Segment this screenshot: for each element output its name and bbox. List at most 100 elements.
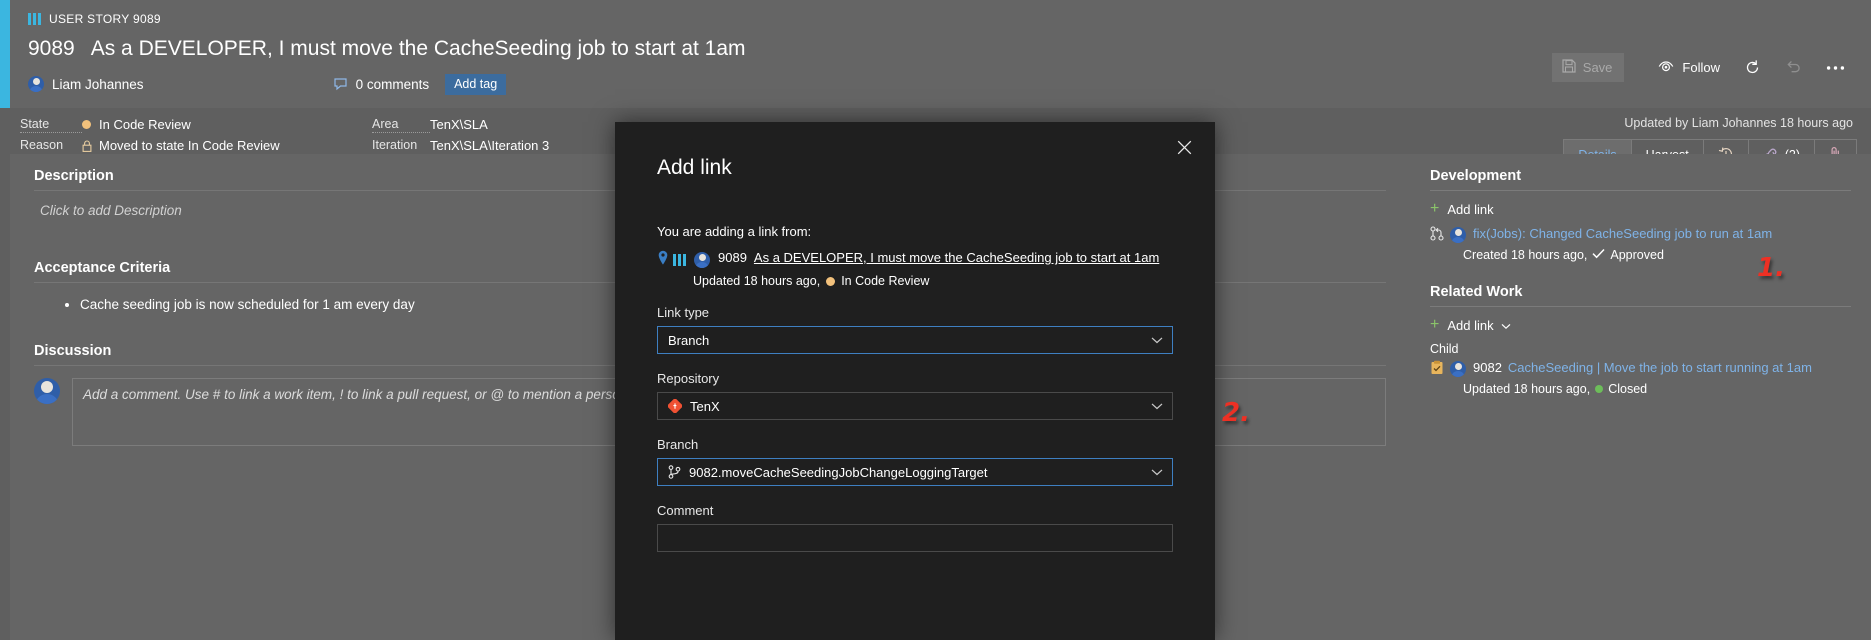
link-type-select[interactable]: Branch — [657, 326, 1173, 354]
state-dot-icon — [82, 120, 91, 129]
lower-accent-bar — [0, 108, 10, 640]
follow-button[interactable]: Follow — [1646, 54, 1732, 82]
link-type-label: Link type — [657, 305, 1173, 320]
comments-count-label: 0 comments — [356, 77, 430, 92]
development-title: Development — [1430, 168, 1851, 184]
avatar — [34, 378, 60, 404]
link-type-group: Link type Branch — [657, 305, 1173, 354]
work-item-type-label: USER STORY 9089 — [49, 12, 161, 26]
updated-label: Updated 18 hours ago, — [1463, 382, 1590, 396]
state-label: State — [20, 117, 82, 133]
book-icon — [673, 254, 686, 266]
development-add-link-button[interactable]: + Add link — [1430, 201, 1851, 217]
check-icon — [1592, 248, 1605, 262]
repository-select[interactable]: TenX — [657, 392, 1173, 420]
ellipsis-icon[interactable] — [1814, 59, 1857, 77]
status-dot-icon — [1595, 385, 1603, 393]
updated-by-label: Updated by Liam Johannes 18 hours ago — [1624, 116, 1853, 130]
branch-icon — [668, 465, 681, 479]
undo-icon[interactable] — [1773, 53, 1814, 82]
avatar — [1450, 361, 1466, 377]
header-actions: Save Follow — [1552, 53, 1857, 82]
dialog-source-id: 9089 — [718, 250, 747, 265]
dialog-lead-text: You are adding a link from: — [657, 224, 1173, 239]
related-work-item[interactable]: 9082 CacheSeeding | Move the job to star… — [1430, 360, 1851, 380]
dialog-source-title[interactable]: As a DEVELOPER, I must move the CacheSee… — [754, 250, 1159, 265]
lock-icon — [82, 140, 92, 152]
related-work-title-link[interactable]: CacheSeeding | Move the job to start run… — [1508, 360, 1812, 375]
comment-label: Comment — [657, 503, 1173, 518]
related-work-status-label: Closed — [1608, 382, 1647, 396]
add-link-dialog: Add link You are adding a link from: 908… — [615, 122, 1215, 640]
refresh-icon[interactable] — [1732, 53, 1773, 82]
related-work-id: 9082 — [1473, 360, 1502, 375]
created-label: Created 18 hours ago, — [1463, 248, 1587, 262]
comment-group: Comment — [657, 503, 1173, 552]
development-link-subtitle: Created 18 hours ago, Approved — [1463, 248, 1851, 262]
follow-label: Follow — [1682, 60, 1720, 75]
chevron-down-icon — [1501, 318, 1511, 333]
avatar — [694, 252, 710, 268]
annotation-marker-1: 1. — [1757, 253, 1785, 283]
reason-value: Moved to state In Code Review — [82, 138, 372, 153]
related-work-add-link-button[interactable]: + Add link — [1430, 317, 1851, 333]
task-icon — [1430, 360, 1444, 380]
iteration-label: Iteration — [372, 138, 430, 153]
reason-label: Reason — [20, 138, 82, 153]
branch-label: Branch — [657, 437, 1173, 452]
work-item-detail-panel: Development + Add link fix(Jobs): Change… — [1410, 154, 1871, 640]
dialog-source-state: In Code Review — [841, 274, 929, 288]
comment-input[interactable] — [657, 524, 1173, 552]
add-link-label: Add link — [1447, 318, 1493, 333]
repository-group: Repository TenX — [657, 371, 1173, 420]
dialog-source-subtitle: Updated 18 hours ago, In Code Review — [693, 274, 1173, 288]
add-link-label: Add link — [1447, 202, 1493, 217]
development-link-title[interactable]: fix(Jobs): Changed CacheSeeding job to r… — [1473, 226, 1772, 241]
area-value[interactable]: TenX\SLA — [430, 117, 488, 132]
comments-link[interactable]: 0 comments — [334, 77, 430, 92]
divider — [1430, 190, 1851, 191]
avatar — [28, 76, 44, 92]
annotation-2-label: 2 — [1222, 398, 1240, 428]
plus-icon: + — [1430, 201, 1439, 217]
annotation-marker-2: 2. — [1222, 398, 1250, 428]
comment-icon — [334, 78, 349, 91]
repository-label: Repository — [657, 371, 1173, 386]
development-link-item[interactable]: fix(Jobs): Changed CacheSeeding job to r… — [1430, 226, 1851, 246]
state-dot-icon — [826, 277, 835, 286]
annotation-1-dot: . — [1775, 253, 1785, 283]
add-tag-button[interactable]: Add tag — [445, 74, 506, 95]
plus-icon: + — [1430, 317, 1439, 333]
iteration-value[interactable]: TenX\SLA\Iteration 3 — [430, 138, 549, 153]
pull-request-icon — [1430, 226, 1444, 246]
annotation-2-dot: . — [1240, 398, 1250, 428]
repository-value: TenX — [690, 399, 720, 414]
chevron-down-icon — [1151, 333, 1163, 348]
close-icon[interactable] — [1169, 134, 1199, 164]
branch-value: 9082.moveCacheSeedingJobChangeLoggingTar… — [689, 465, 988, 480]
work-item-title[interactable]: As a DEVELOPER, I must move the CacheSee… — [91, 37, 746, 61]
divider — [1430, 306, 1851, 307]
book-icon — [28, 13, 41, 25]
git-repo-icon — [668, 399, 682, 413]
avatar — [1450, 227, 1466, 243]
dialog-source-work-item: 9089 As a DEVELOPER, I must move the Cac… — [657, 250, 1173, 271]
work-item-page: USER STORY 9089 9089 As a DEVELOPER, I m… — [0, 0, 1871, 640]
reason-value-label: Moved to state In Code Review — [99, 138, 280, 153]
state-value-label: In Code Review — [99, 117, 191, 132]
work-item-id: 9089 — [28, 37, 75, 61]
work-item-type-row: USER STORY 9089 — [28, 9, 1853, 29]
related-work-title: Related Work — [1430, 284, 1851, 300]
branch-select[interactable]: 9082.moveCacheSeedingJobChangeLoggingTar… — [657, 458, 1173, 486]
pin-icon — [657, 250, 669, 271]
related-work-subtitle: Updated 18 hours ago, Closed — [1463, 382, 1851, 396]
related-work-group-label: Child — [1430, 342, 1851, 356]
save-button[interactable]: Save — [1552, 53, 1625, 82]
annotation-1-label: 1 — [1757, 253, 1775, 283]
follow-icon — [1658, 60, 1674, 76]
save-label: Save — [1583, 60, 1613, 75]
updated-label: Updated 18 hours ago, — [693, 274, 820, 288]
branch-group: Branch 9082.moveCacheSeedingJobChangeLog… — [657, 437, 1173, 486]
state-value[interactable]: In Code Review — [82, 117, 372, 132]
assigned-to-label[interactable]: Liam Johannes — [52, 77, 144, 92]
